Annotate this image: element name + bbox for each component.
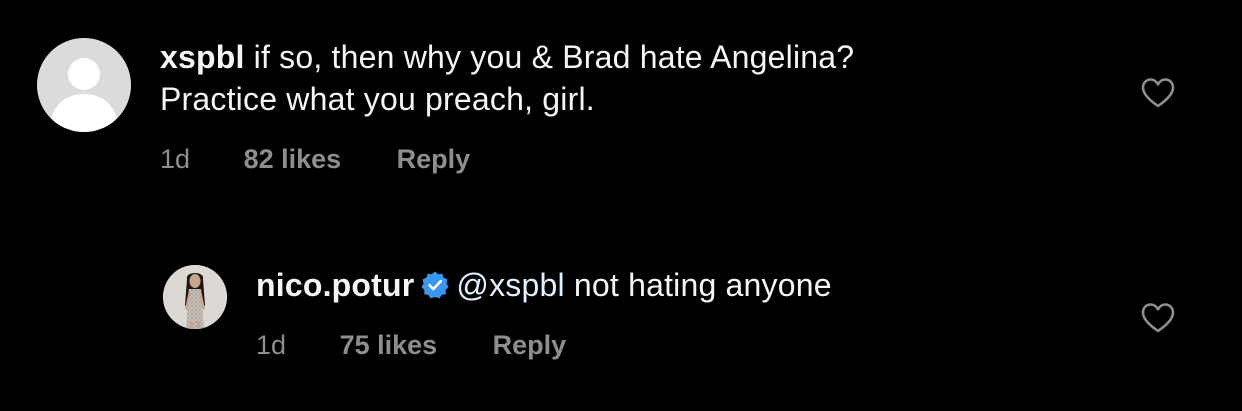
reply-likes[interactable]: 75 likes	[340, 330, 438, 360]
reply-time[interactable]: 1d	[256, 330, 286, 360]
reply-like-heart-icon[interactable]	[1140, 302, 1176, 334]
comment-text-line1: if so, then why you & Brad hate Angelina…	[253, 39, 855, 75]
comment-likes[interactable]: 82 likes	[244, 144, 342, 174]
profile-photo-icon	[163, 265, 227, 329]
reply-mention-link[interactable]: @xspbl	[456, 267, 564, 303]
commenter-avatar[interactable]	[37, 38, 131, 132]
reply-reply-button[interactable]: Reply	[493, 330, 567, 360]
replier-avatar[interactable]	[163, 265, 227, 329]
comment-text-line2: Practice what you preach, girl.	[160, 81, 595, 117]
comment-username[interactable]: xspbl	[160, 39, 245, 75]
reply-body: nico.potur @xspbl not hating anyone	[256, 264, 832, 306]
reply-meta: 1d 75 likes Reply	[256, 329, 566, 361]
verified-badge-icon	[421, 271, 449, 299]
comment-meta: 1d 82 likes Reply	[160, 143, 470, 175]
reply-text: not hating anyone	[564, 267, 832, 303]
comment-time[interactable]: 1d	[160, 144, 190, 174]
default-avatar-icon	[37, 38, 131, 132]
comment-body: xspbl if so, then why you & Brad hate An…	[160, 36, 1080, 120]
comment-like-heart-icon[interactable]	[1140, 77, 1176, 109]
reply-username[interactable]: nico.potur	[256, 267, 414, 303]
comment-reply-button[interactable]: Reply	[397, 144, 471, 174]
